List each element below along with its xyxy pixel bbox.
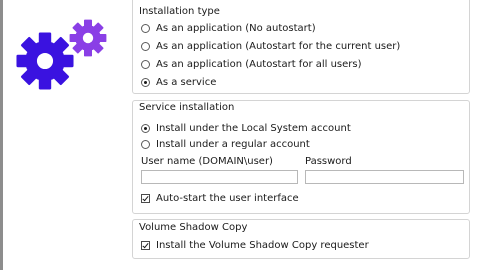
username-input[interactable]	[141, 170, 298, 184]
radio-button[interactable]	[141, 24, 150, 33]
radio-as-service[interactable]: As a service	[141, 76, 216, 89]
radio-button[interactable]	[141, 42, 150, 51]
radio-button[interactable]	[141, 124, 150, 133]
checkbox-label: Install the Volume Shadow Copy requester	[156, 240, 369, 251]
radio-label: Install under the Local System account	[156, 123, 351, 134]
installation-type-title: Installation type	[139, 6, 220, 17]
checkbox-label: Auto-start the user interface	[156, 193, 299, 204]
radio-app-no-autostart[interactable]: As an application (No autostart)	[141, 22, 316, 35]
service-installation-group: Service installation Install under the L…	[132, 100, 470, 214]
gear-small-icon	[69, 19, 107, 57]
vss-requester-checkbox-row[interactable]: Install the Volume Shadow Copy requester	[141, 239, 369, 252]
service-installation-title: Service installation	[139, 102, 235, 113]
vss-requester-checkbox[interactable]	[141, 241, 150, 250]
radio-label: As an application (Autostart for all use…	[156, 59, 362, 70]
radio-app-autostart-all-users[interactable]: As an application (Autostart for all use…	[141, 58, 362, 71]
radio-label: As an application (Autostart for the cur…	[156, 41, 401, 52]
radio-local-system-account[interactable]: Install under the Local System account	[141, 122, 351, 135]
volume-shadow-copy-group: Volume Shadow Copy Install the Volume Sh…	[132, 219, 470, 259]
gear-icon	[16, 32, 74, 90]
window-left-border	[0, 0, 3, 270]
installation-type-group: Installation type As an application (No …	[132, 0, 470, 94]
volume-shadow-copy-title: Volume Shadow Copy	[139, 222, 248, 233]
radio-label: Install under a regular account	[156, 139, 310, 150]
radio-label: As a service	[156, 77, 217, 88]
password-label: Password	[305, 156, 352, 167]
radio-label: As an application (No autostart)	[156, 23, 316, 34]
radio-button[interactable]	[141, 140, 150, 149]
radio-button[interactable]	[141, 78, 150, 87]
password-input[interactable]	[305, 170, 464, 184]
radio-app-autostart-current-user[interactable]: As an application (Autostart for the cur…	[141, 40, 400, 53]
autostart-ui-checkbox[interactable]	[141, 194, 150, 203]
username-label: User name (DOMAIN\user)	[141, 156, 273, 167]
radio-button[interactable]	[141, 60, 150, 69]
radio-regular-account[interactable]: Install under a regular account	[141, 138, 310, 151]
autostart-ui-checkbox-row[interactable]: Auto-start the user interface	[141, 192, 299, 205]
